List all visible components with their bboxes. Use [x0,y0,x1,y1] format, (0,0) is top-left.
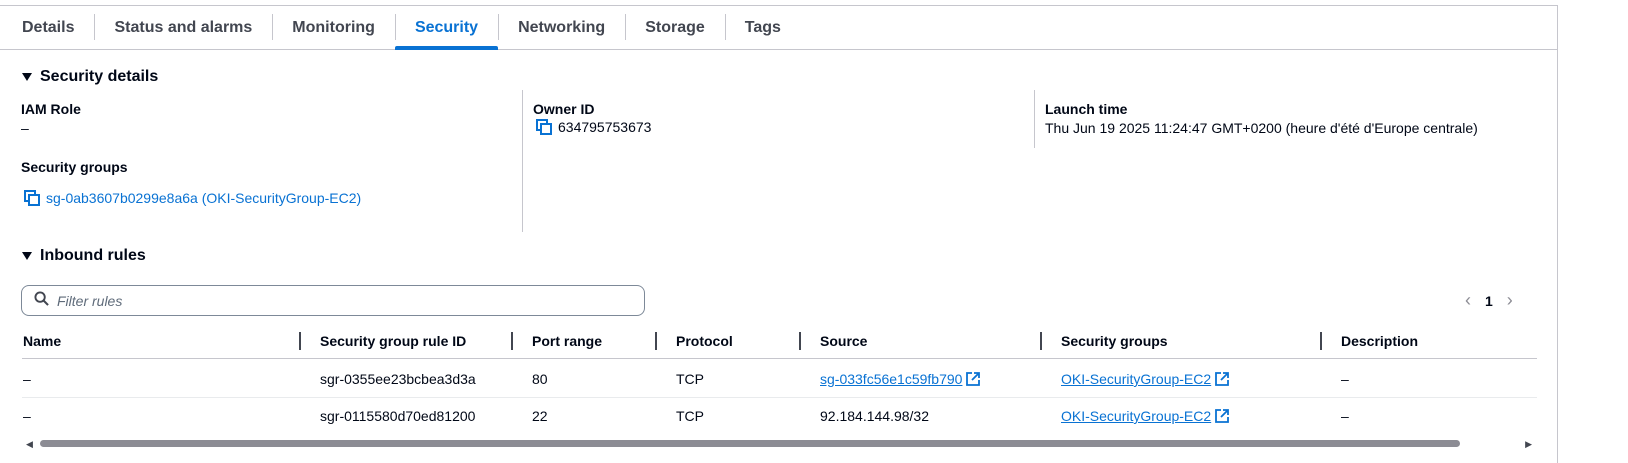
column-divider [522,90,523,232]
tab-status-and-alarms[interactable]: Status and alarms [94,6,272,49]
caret-down-icon [22,252,32,260]
scrollbar-thumb[interactable] [40,440,1460,447]
cell-name: – [23,371,31,387]
filter-rules-field[interactable] [21,285,645,316]
column-header-protocol[interactable]: Protocol [676,333,733,349]
iam-role-value: – [21,120,29,136]
cell-rule-id: sgr-0355ee23bcbea3d3a [320,371,476,387]
security-groups-value: sg-0ab3607b0299e8a6a (OKI-SecurityGroup-… [24,190,361,209]
cell-name: – [23,408,31,424]
cell-security-group: OKI-SecurityGroup-EC2 [1061,408,1230,426]
security-group-link[interactable]: OKI-SecurityGroup-EC2 [1061,371,1211,387]
security-group-link[interactable]: OKI-SecurityGroup-EC2 [1061,408,1211,424]
caret-down-icon [22,73,32,81]
tab-networking[interactable]: Networking [498,6,625,49]
security-details-title: Security details [40,68,159,85]
inbound-rules-title: Inbound rules [40,247,146,264]
tab-details[interactable]: Details [0,6,94,49]
cell-rule-id: sgr-0115580d70ed81200 [320,408,476,424]
cell-security-group: OKI-SecurityGroup-EC2 [1061,371,1230,389]
cell-port-range: 80 [532,371,548,387]
cell-description: – [1341,408,1349,424]
chevron-left-icon[interactable]: ‹ [1465,290,1471,311]
launch-time-value: Thu Jun 19 2025 11:24:47 GMT+0200 (heure… [1045,120,1478,136]
security-details-toggle[interactable]: Security details [22,68,158,86]
owner-id-value: 634795753673 [536,119,651,138]
owner-id-label: Owner ID [533,101,595,117]
column-header-port-range[interactable]: Port range [532,333,602,349]
panel-frame [0,5,1558,463]
copy-icon[interactable] [536,119,552,138]
cell-protocol: TCP [676,371,704,387]
security-groups-label: Security groups [21,159,128,175]
pagination: ‹ 1 › [1465,290,1513,311]
row-divider [22,397,1537,398]
column-header-rule-id[interactable]: Security group rule ID [320,333,466,349]
cell-port-range: 22 [532,408,548,424]
column-resizer[interactable] [299,332,301,350]
scroll-right-icon[interactable]: ▶ [1525,439,1532,450]
current-page[interactable]: 1 [1485,293,1493,309]
column-resizer[interactable] [1320,332,1322,350]
tab-bar: Details Status and alarms Monitoring Sec… [0,6,1557,50]
owner-id-text: 634795753673 [558,119,652,136]
external-link-icon[interactable] [1215,409,1230,426]
chevron-right-icon[interactable]: › [1507,290,1513,311]
launch-time-label: Launch time [1045,101,1128,117]
scroll-left-icon[interactable]: ◀ [26,439,33,450]
copy-icon[interactable] [24,190,40,209]
column-header-security-groups[interactable]: Security groups [1061,333,1168,349]
header-divider [22,358,1537,359]
horizontal-scrollbar[interactable]: ◀ ▶ [26,438,1532,450]
column-header-source[interactable]: Source [820,333,867,349]
column-header-description[interactable]: Description [1341,333,1418,349]
cell-description: – [1341,371,1349,387]
tab-security[interactable]: Security [394,6,499,50]
column-resizer[interactable] [799,332,801,350]
security-group-link[interactable]: sg-0ab3607b0299e8a6a (OKI-SecurityGroup-… [46,190,361,206]
column-resizer[interactable] [1040,332,1042,350]
tab-storage[interactable]: Storage [625,6,725,49]
column-header-name[interactable]: Name [23,333,61,349]
column-resizer[interactable] [655,332,657,350]
cell-source: sg-033fc56e1c59fb790 [820,371,981,389]
inbound-rules-toggle[interactable]: Inbound rules [22,247,146,265]
tab-tags[interactable]: Tags [724,6,801,49]
search-icon [34,290,49,311]
cell-source: 92.184.144.98/32 [820,408,929,424]
cell-protocol: TCP [676,408,704,424]
column-resizer[interactable] [511,332,513,350]
filter-rules-input[interactable] [57,292,617,309]
external-link-icon[interactable] [1215,372,1230,389]
iam-role-label: IAM Role [21,101,81,117]
tab-monitoring[interactable]: Monitoring [272,6,395,49]
external-link-icon[interactable] [966,372,981,389]
column-divider [1034,90,1035,148]
source-link[interactable]: sg-033fc56e1c59fb790 [820,371,962,387]
